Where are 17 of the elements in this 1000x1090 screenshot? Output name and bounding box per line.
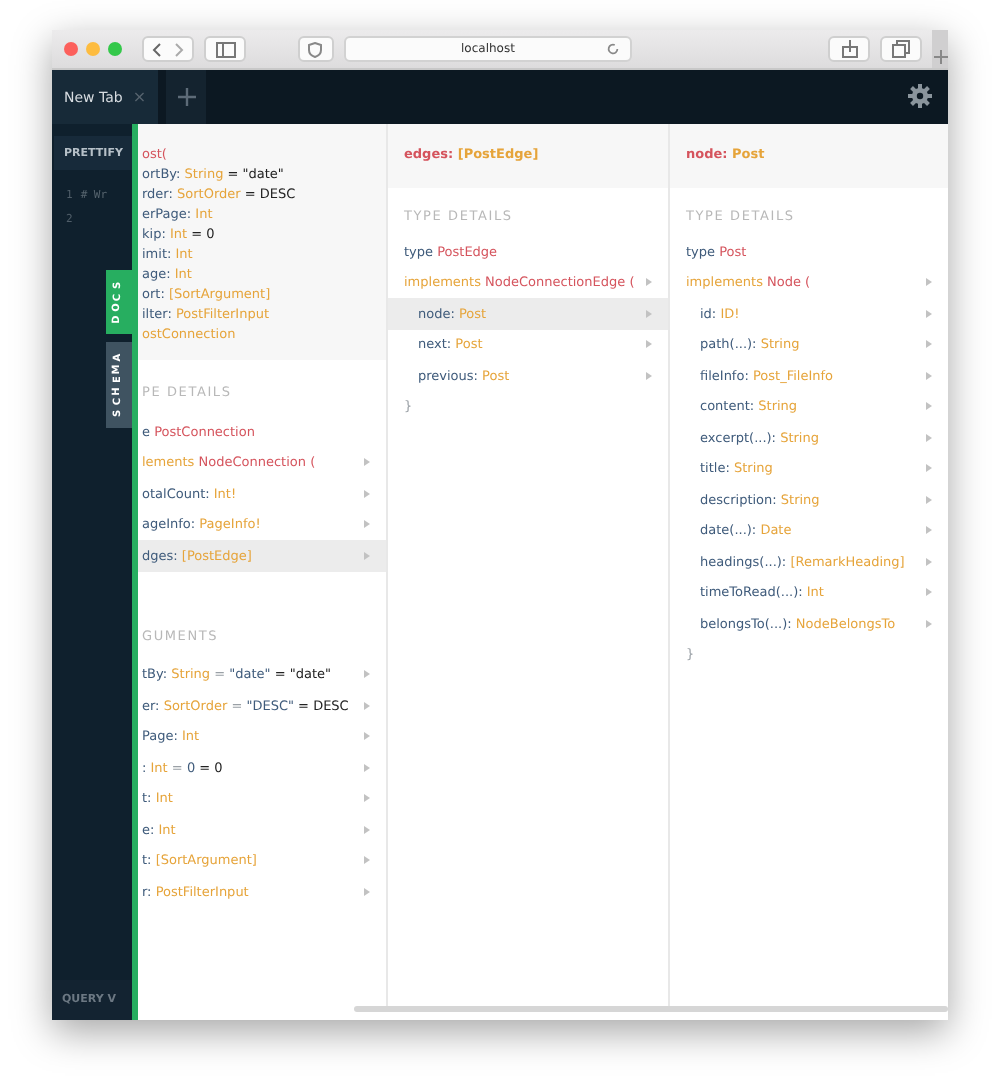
- scrollbar[interactable]: [354, 1006, 948, 1012]
- plus-icon: [177, 88, 196, 106]
- tabs-overview-button[interactable]: [880, 36, 923, 62]
- sidebar-icon: [215, 41, 236, 57]
- new-tab-button[interactable]: [932, 30, 948, 68]
- navigation-buttons[interactable]: [142, 36, 194, 62]
- add-tab-button[interactable]: [166, 70, 207, 124]
- share-button[interactable]: [828, 36, 871, 62]
- shield-button[interactable]: [298, 36, 334, 62]
- tabs-icon: [892, 40, 911, 58]
- shield-icon: [308, 41, 323, 57]
- close-window-button[interactable]: [64, 42, 78, 56]
- zoom-window-button[interactable]: [108, 42, 122, 56]
- settings-icon[interactable]: [908, 84, 932, 108]
- share-icon: [841, 40, 858, 58]
- reload-icon[interactable]: [606, 42, 620, 56]
- sidebar-button[interactable]: [204, 36, 247, 62]
